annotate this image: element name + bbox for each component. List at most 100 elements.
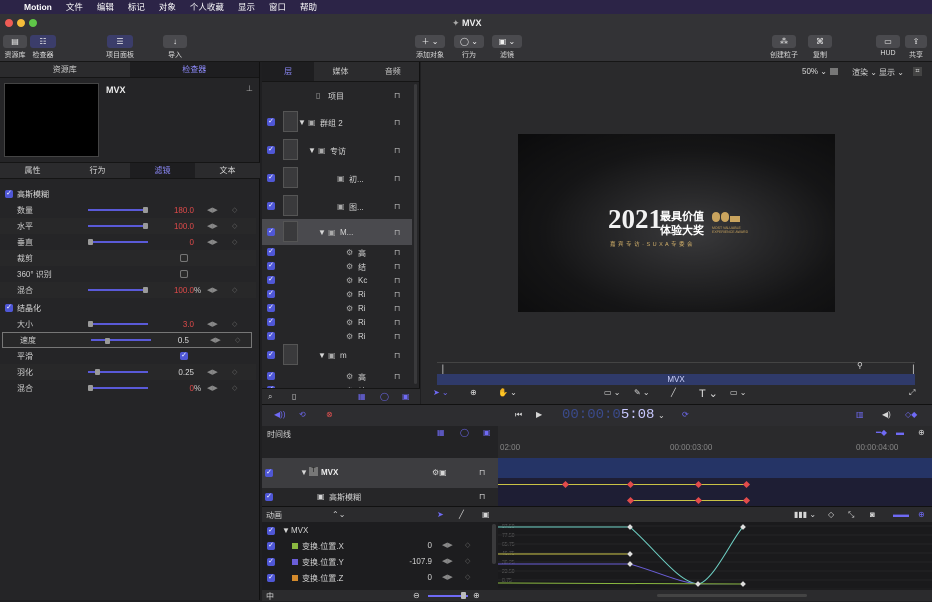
layer-visibility-checkbox[interactable]: ✓ xyxy=(267,304,275,312)
grid-icon[interactable]: ▦ xyxy=(358,392,366,401)
animation-param-checkbox[interactable]: ✓ xyxy=(267,574,275,582)
keyframe-nav-icon[interactable]: ◀▶ xyxy=(207,320,218,328)
lock-icon[interactable]: ⊓ xyxy=(479,468,485,477)
keyframe-nav-icon[interactable]: ◀▶ xyxy=(207,384,218,392)
layer-visibility-checkbox[interactable]: ✓ xyxy=(267,202,275,210)
menu-object[interactable]: 对象 xyxy=(159,1,176,13)
layer-row[interactable]: ✓ ⚙ Ri ⊓ xyxy=(262,315,412,329)
blur-param-slider[interactable] xyxy=(88,289,148,291)
keyframe-nav-icon[interactable]: ◀▶ xyxy=(207,238,218,246)
menu-file[interactable]: 文件 xyxy=(66,1,83,13)
keyframe-diamond-icon[interactable]: ◇ xyxy=(828,510,834,519)
keyframe-diamond-icon[interactable]: ◇ xyxy=(465,541,470,549)
library-button[interactable]: ▤ 资源库 xyxy=(3,35,27,60)
blur-param-slider-knob[interactable] xyxy=(143,287,148,293)
layer-lock-icon[interactable]: ⊓ xyxy=(394,118,400,127)
clip-mvx[interactable] xyxy=(498,458,932,478)
curve-pen-icon[interactable]: ╱ xyxy=(459,510,464,519)
keyframe-diamond-icon[interactable]: ◇ xyxy=(232,320,237,328)
zoom-window-button[interactable] xyxy=(29,19,37,27)
layer-row[interactable]: ✓ ⚙ 高 ⊓ xyxy=(262,245,412,259)
layer-visibility-checkbox[interactable]: ✓ xyxy=(267,351,275,359)
keyframe-diamond-icon[interactable]: ◇ xyxy=(465,557,470,565)
parameter-scrollbar[interactable] xyxy=(492,524,496,564)
layer-row[interactable]: ✓ ⚙ Ri ⊓ xyxy=(262,329,412,343)
inspector-button[interactable]: ☷ 检查器 xyxy=(30,35,56,60)
horizontal-scrollbar[interactable] xyxy=(657,594,807,597)
mask-tool[interactable]: ▭ ⌄ xyxy=(730,388,746,397)
layer-row[interactable]: ✓ ▣ 图... ⊓ xyxy=(262,193,412,219)
layer-visibility-checkbox[interactable]: ✓ xyxy=(267,248,275,256)
blur-param-value[interactable]: 180.0 xyxy=(174,206,194,215)
crystal-param-slider[interactable] xyxy=(88,323,148,325)
layer-visibility-checkbox[interactable]: ✓ xyxy=(267,332,275,340)
curve-keyframe[interactable] xyxy=(695,581,701,587)
animation-param-checkbox[interactable]: ✓ xyxy=(267,542,275,550)
tab-properties[interactable]: 属性 xyxy=(0,163,65,178)
layer-row[interactable]: ✓ ⚙ 结 ⊓ xyxy=(262,259,412,273)
view-dropdown[interactable]: 显示 ⌄ xyxy=(879,67,904,78)
layer-row[interactable]: ✓ ▼ ▣ 专访 ⊓ xyxy=(262,137,412,163)
layer-visibility-checkbox[interactable]: ✓ xyxy=(267,262,275,270)
layer-lock-icon[interactable]: ⊓ xyxy=(394,174,400,183)
share-button[interactable]: ⇪ 共享 xyxy=(905,35,927,60)
record-icon[interactable]: ⊗ xyxy=(326,410,333,419)
crystal-enable-checkbox[interactable]: ✓ xyxy=(5,304,13,312)
curve-svg[interactable]: 87.5077.5065.7546.7536.2523.508.75 xyxy=(497,522,932,588)
timeline-track-blur[interactable]: ✓ ▣ 高斯模糊 ⊓ xyxy=(262,488,498,506)
keyframe-nav-icon[interactable]: ◀▶ xyxy=(442,557,453,565)
tab-audio[interactable]: 音频 xyxy=(367,62,419,81)
animation-param-row[interactable]: ✓ 变换.位置.Y -107.9 ◀▶ ◇ xyxy=(262,555,498,569)
curve-keyframe[interactable] xyxy=(740,581,746,587)
layer-row[interactable]: ✓ ⚙ Ri ⊓ xyxy=(262,287,412,301)
expand-arrow-icon[interactable]: ▼ xyxy=(282,526,290,535)
circle-icon[interactable]: ◯ xyxy=(380,392,389,401)
keyframe[interactable] xyxy=(694,480,703,489)
timeline-ruler[interactable]: 02:00 00:00:03:00 00:00:04:00 ━◆ ▬ ⊕ xyxy=(498,426,932,458)
pan-tool[interactable]: ✋ ⌄ xyxy=(498,388,517,397)
add-object-button[interactable]: ＋ ⌄ 添加对象 xyxy=(415,35,445,60)
snapshot-icon[interactable]: ▬▬ xyxy=(893,510,909,519)
layer-row[interactable]: ✓ ▼ ▣ m ⊓ xyxy=(262,342,412,368)
layer-lock-icon[interactable]: ⊓ xyxy=(394,262,400,271)
curve-graph[interactable]: 87.50 77.50 65.75 46.75 36.25 23.50 8.75 xyxy=(497,522,932,588)
animation-dropdown[interactable]: 动画 xyxy=(266,510,282,521)
menu-favorites[interactable]: 个人收藏 xyxy=(190,1,224,13)
keyframe[interactable] xyxy=(742,480,751,489)
blur-param-checkbox[interactable] xyxy=(180,254,188,262)
snap-icon[interactable]: ⟳ xyxy=(682,410,689,419)
select-tool[interactable]: ➤ ⌄ xyxy=(433,388,449,397)
minimize-window-button[interactable] xyxy=(17,19,25,27)
paint-tool[interactable]: ╱ xyxy=(671,388,676,397)
zoom-in-icon[interactable]: ⊕ xyxy=(473,591,480,600)
track-blur-checkbox[interactable]: ✓ xyxy=(265,493,273,501)
keyframe-diamond-icon[interactable]: ◇ xyxy=(232,206,237,214)
blur-param-slider[interactable] xyxy=(88,241,148,243)
layer-visibility-checkbox[interactable]: ✓ xyxy=(267,228,275,236)
blur-param-value[interactable]: 100.0 xyxy=(174,286,194,295)
expand-arrow-icon[interactable]: ▼ xyxy=(318,228,326,237)
zoom-out-icon[interactable]: ⊖ xyxy=(413,591,420,600)
keyframe[interactable] xyxy=(694,496,703,505)
animation-param-value[interactable]: 0 xyxy=(402,541,432,550)
tab-behaviors[interactable]: 行为 xyxy=(65,163,130,178)
tab-filters[interactable]: 滤镜 xyxy=(130,163,195,178)
behaviors-button[interactable]: ◯ ⌄ 行为 xyxy=(454,35,484,60)
keyframe-diamond-icon[interactable]: ◇ xyxy=(232,384,237,392)
keyframe-nav-icon[interactable]: ◀▶ xyxy=(207,368,218,376)
keyframe-nav-icon[interactable]: ◀▶ xyxy=(207,286,218,294)
lock-icon[interactable]: ⊓ xyxy=(479,492,485,501)
mini-playhead[interactable]: ⚲ xyxy=(857,361,863,370)
layer-lock-icon[interactable]: ⊓ xyxy=(394,318,400,327)
camera-icon[interactable]: ◙ xyxy=(870,510,875,519)
keyframe-marker-icon[interactable]: ━◆ xyxy=(876,428,887,437)
layer-row[interactable]: ▯ 项目 ⊓ xyxy=(262,84,412,106)
filters-button[interactable]: ▣ ⌄ 滤镜 xyxy=(492,35,522,60)
layer-row[interactable]: ✓ ▼ ▣ 群组 2 ⊓ xyxy=(262,109,412,135)
tab-text[interactable]: 文本 xyxy=(195,163,260,178)
keyframe-nav-icon[interactable]: ◀▶ xyxy=(442,541,453,549)
make-particles-button[interactable]: ⁂ 创建粒子 xyxy=(770,35,798,60)
timecode-display[interactable]: 00:00:05:08 xyxy=(562,407,654,423)
crystal-param-slider-knob[interactable] xyxy=(95,369,100,375)
transform-tool[interactable]: ⊕ xyxy=(470,388,477,397)
